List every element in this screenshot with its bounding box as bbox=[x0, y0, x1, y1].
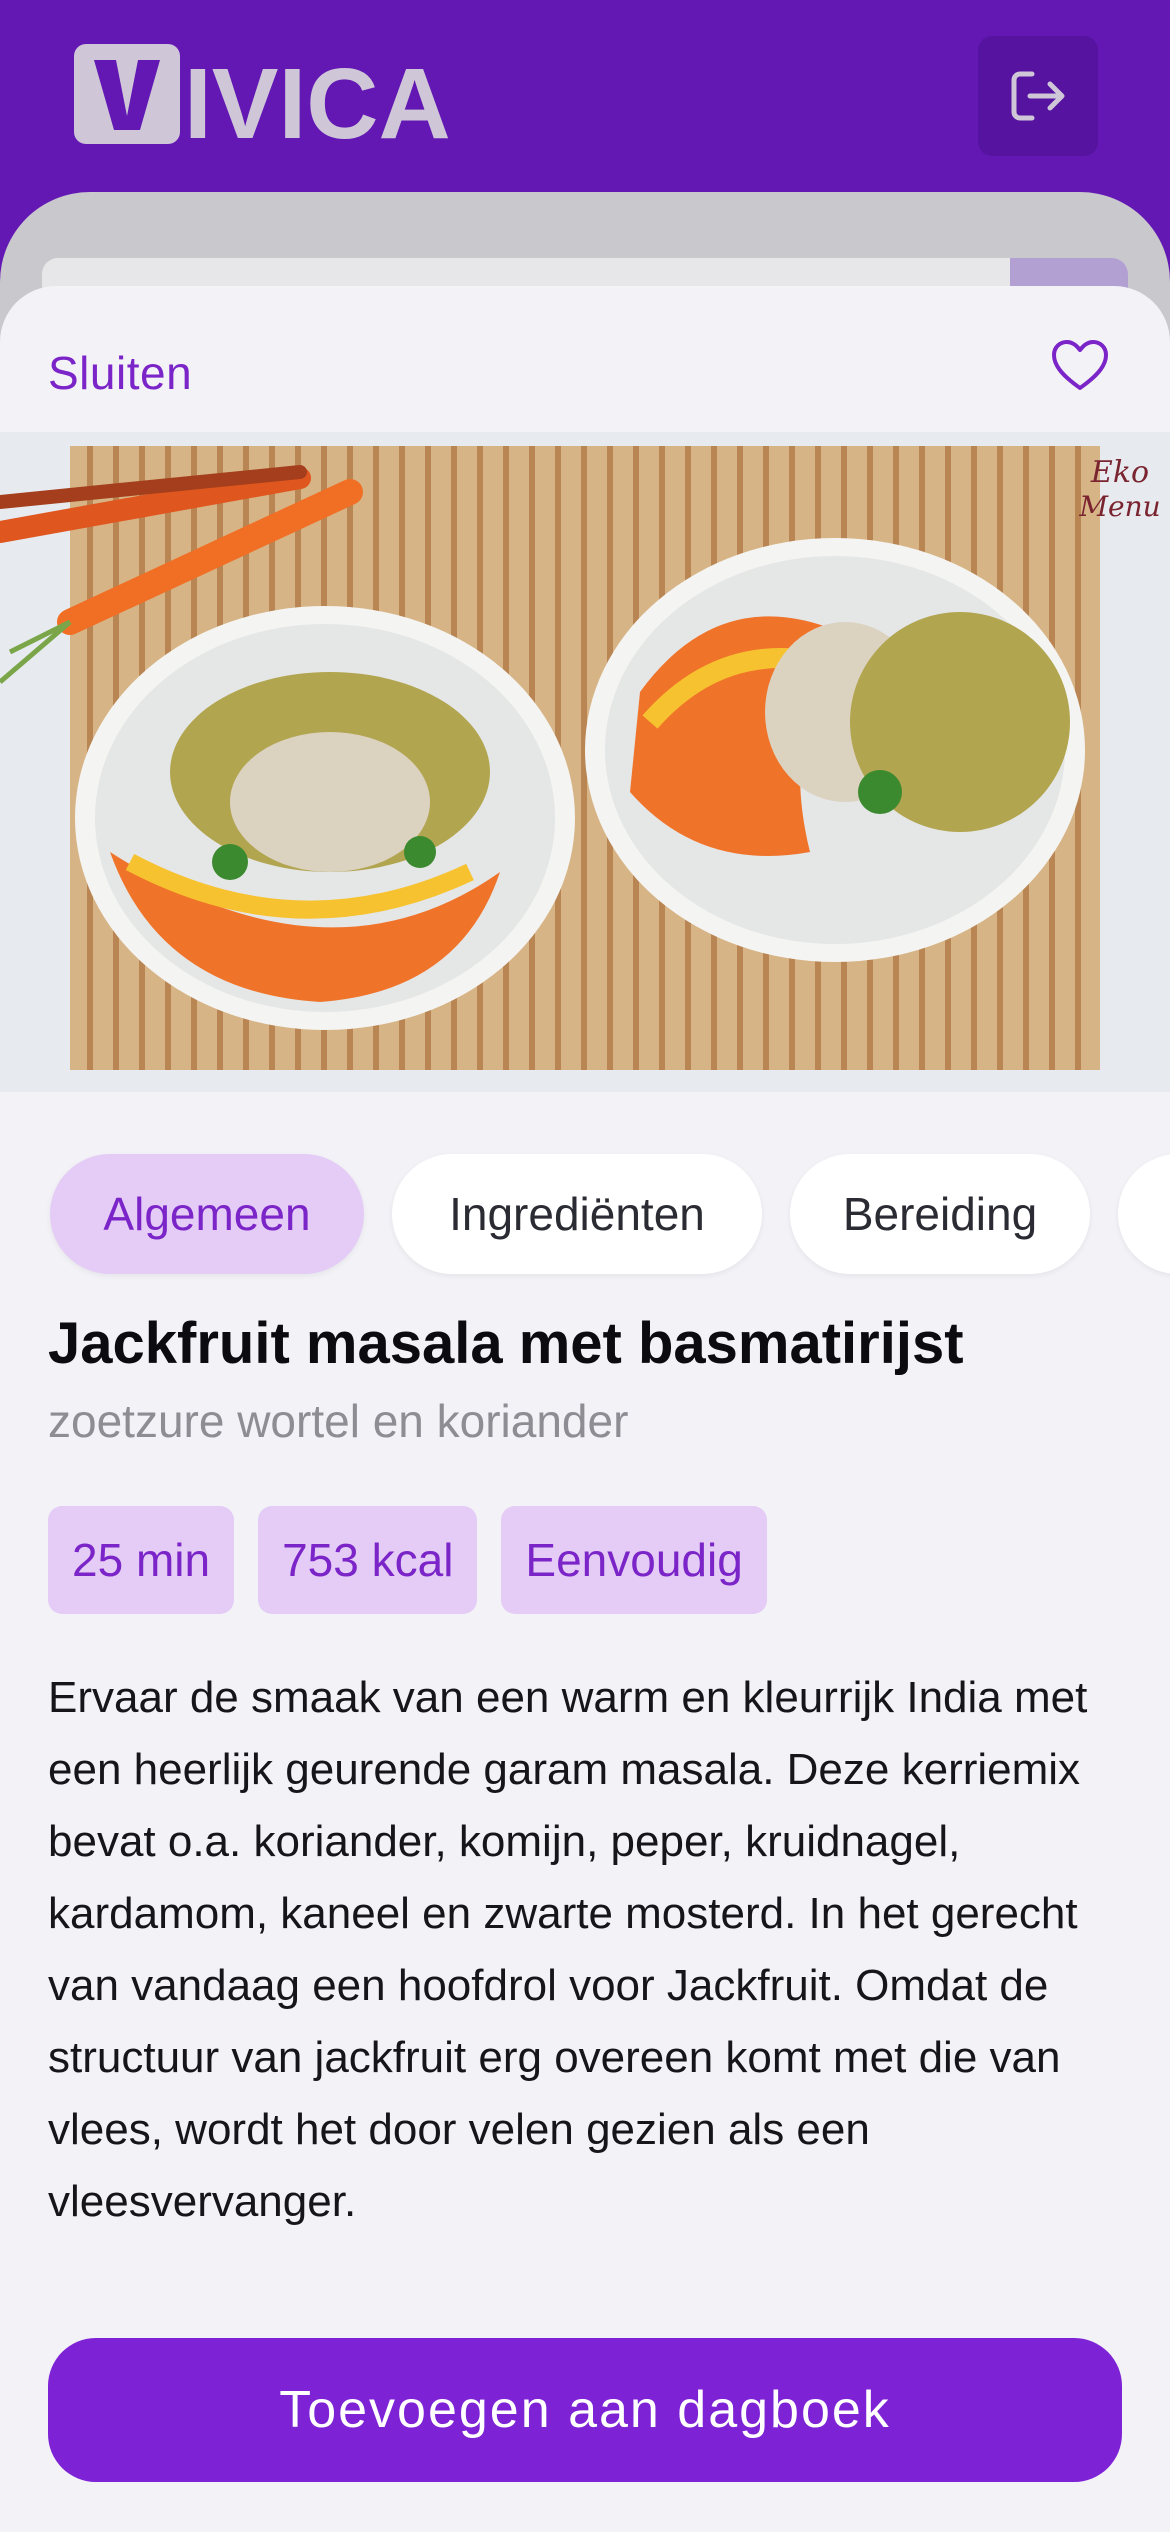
description-fade bbox=[0, 2252, 1170, 2312]
tab-next[interactable] bbox=[1118, 1154, 1170, 1274]
recipe-description: Ervaar de smaak van een warm en kleurrij… bbox=[48, 1673, 1088, 2226]
vivica-logo: IVICA bbox=[74, 44, 451, 160]
recipe-hero-image: Eko Menu bbox=[0, 432, 1170, 1092]
recipe-tabs: Algemeen Ingrediënten Bereiding bbox=[50, 1154, 1170, 1278]
recipe-title: Jackfruit masala met basmatirijst bbox=[48, 1311, 964, 1376]
add-to-diary-button[interactable]: Toevoegen aan dagboek bbox=[48, 2338, 1122, 2482]
svg-text:IVICA: IVICA bbox=[184, 48, 451, 160]
logout-button[interactable] bbox=[978, 36, 1098, 156]
recipe-badges: 25 min 753 kcal Eenvoudig bbox=[48, 1506, 767, 1614]
svg-text:Eko: Eko bbox=[1090, 455, 1149, 490]
tab-algemeen[interactable]: Algemeen bbox=[50, 1154, 364, 1274]
logout-icon bbox=[1011, 71, 1065, 121]
svg-text:Menu: Menu bbox=[1078, 490, 1160, 523]
difficulty-badge: Eenvoudig bbox=[501, 1506, 767, 1614]
tab-bereiding[interactable]: Bereiding bbox=[790, 1154, 1090, 1274]
tab-ingredienten[interactable]: Ingrediënten bbox=[392, 1154, 762, 1274]
app-header: IVICA bbox=[0, 0, 1170, 200]
time-badge: 25 min bbox=[48, 1506, 235, 1614]
recipe-sheet: Sluiten Eko Menu Algemeen Ingrediënten B… bbox=[0, 286, 1170, 2532]
calories-badge: 753 kcal bbox=[258, 1506, 478, 1614]
heart-icon[interactable] bbox=[1050, 338, 1110, 394]
recipe-subtitle: zoetzure wortel en koriander bbox=[48, 1395, 629, 1447]
close-button[interactable]: Sluiten bbox=[48, 346, 192, 400]
